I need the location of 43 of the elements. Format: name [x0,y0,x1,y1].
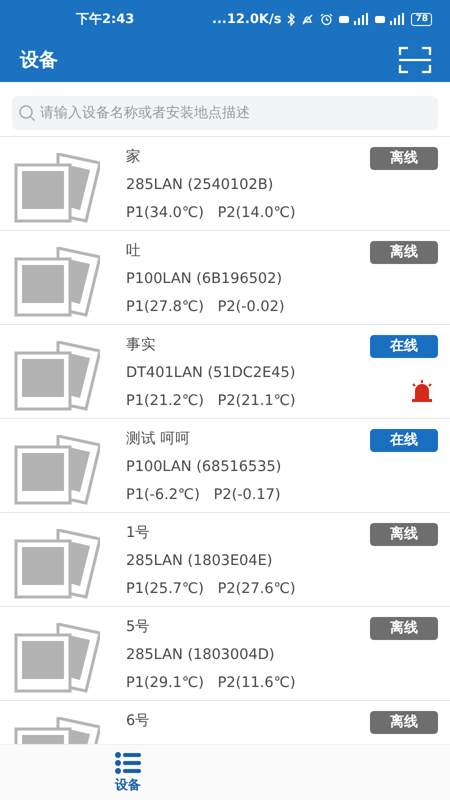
device-name: 1号 [126,524,152,543]
status-badge: 离线 [370,617,438,640]
device-model: 285LAN (1803E04E) [126,552,274,571]
photo-placeholder-icon [14,153,100,223]
photo-placeholder-icon [14,435,100,505]
battery-level: 78 [411,12,432,26]
list-icon [115,752,141,774]
page-title: 设备 [20,48,59,73]
temperature-readings: P1(34.0℃) P2(14.0℃) [126,204,297,223]
network-speed: ...12.0K/s [212,12,282,26]
device-name: 事实 [126,336,157,355]
photo-placeholder-icon [14,529,100,599]
device-name: 吐 [126,242,142,261]
search-field[interactable]: 请输入设备名称或者安装地点描述 [12,96,438,130]
device-model: 285LAN (2540102B) [126,176,274,195]
device-name: 5号 [126,618,152,637]
signal-icon [375,13,406,25]
signal-icon [339,13,370,25]
temperature-readings: P1(25.7℃) P2(27.6℃) [126,580,297,599]
temperature-readings: P1(27.8℃) P2(-0.02) [126,298,286,317]
device-name: 测试 呵呵 [126,430,192,449]
photo-placeholder-icon [14,623,100,693]
alarm-clock-icon [320,12,334,26]
bluetooth-icon [287,12,296,26]
photo-placeholder-icon [14,341,100,411]
device-model: 285LAN (1803004D) [126,646,276,665]
status-badge: 在线 [370,429,438,452]
device-model: P100LAN (6B196502) [126,270,284,289]
device-name: 6号 [126,712,152,731]
status-badge: 离线 [370,147,438,170]
mute-icon [301,12,314,26]
status-badge: 离线 [370,523,438,546]
device-model: DT401LAN (51DC2E45) [126,364,296,383]
temperature-readings: P1(29.1℃) P2(11.6℃) [126,674,297,693]
device-name: 家 [126,148,142,167]
photo-placeholder-icon [14,247,100,317]
temperature-readings: P1(-6.2℃) P2(-0.17) [126,486,282,505]
status-badge: 离线 [370,711,438,734]
device-model: P100LAN (68516535) [126,458,282,477]
status-badge: 在线 [370,335,438,358]
status-badge: 离线 [370,241,438,264]
clock-time: 下午2:43 [76,11,134,28]
temperature-readings: P1(21.2℃) P2(21.1℃) [126,392,297,411]
